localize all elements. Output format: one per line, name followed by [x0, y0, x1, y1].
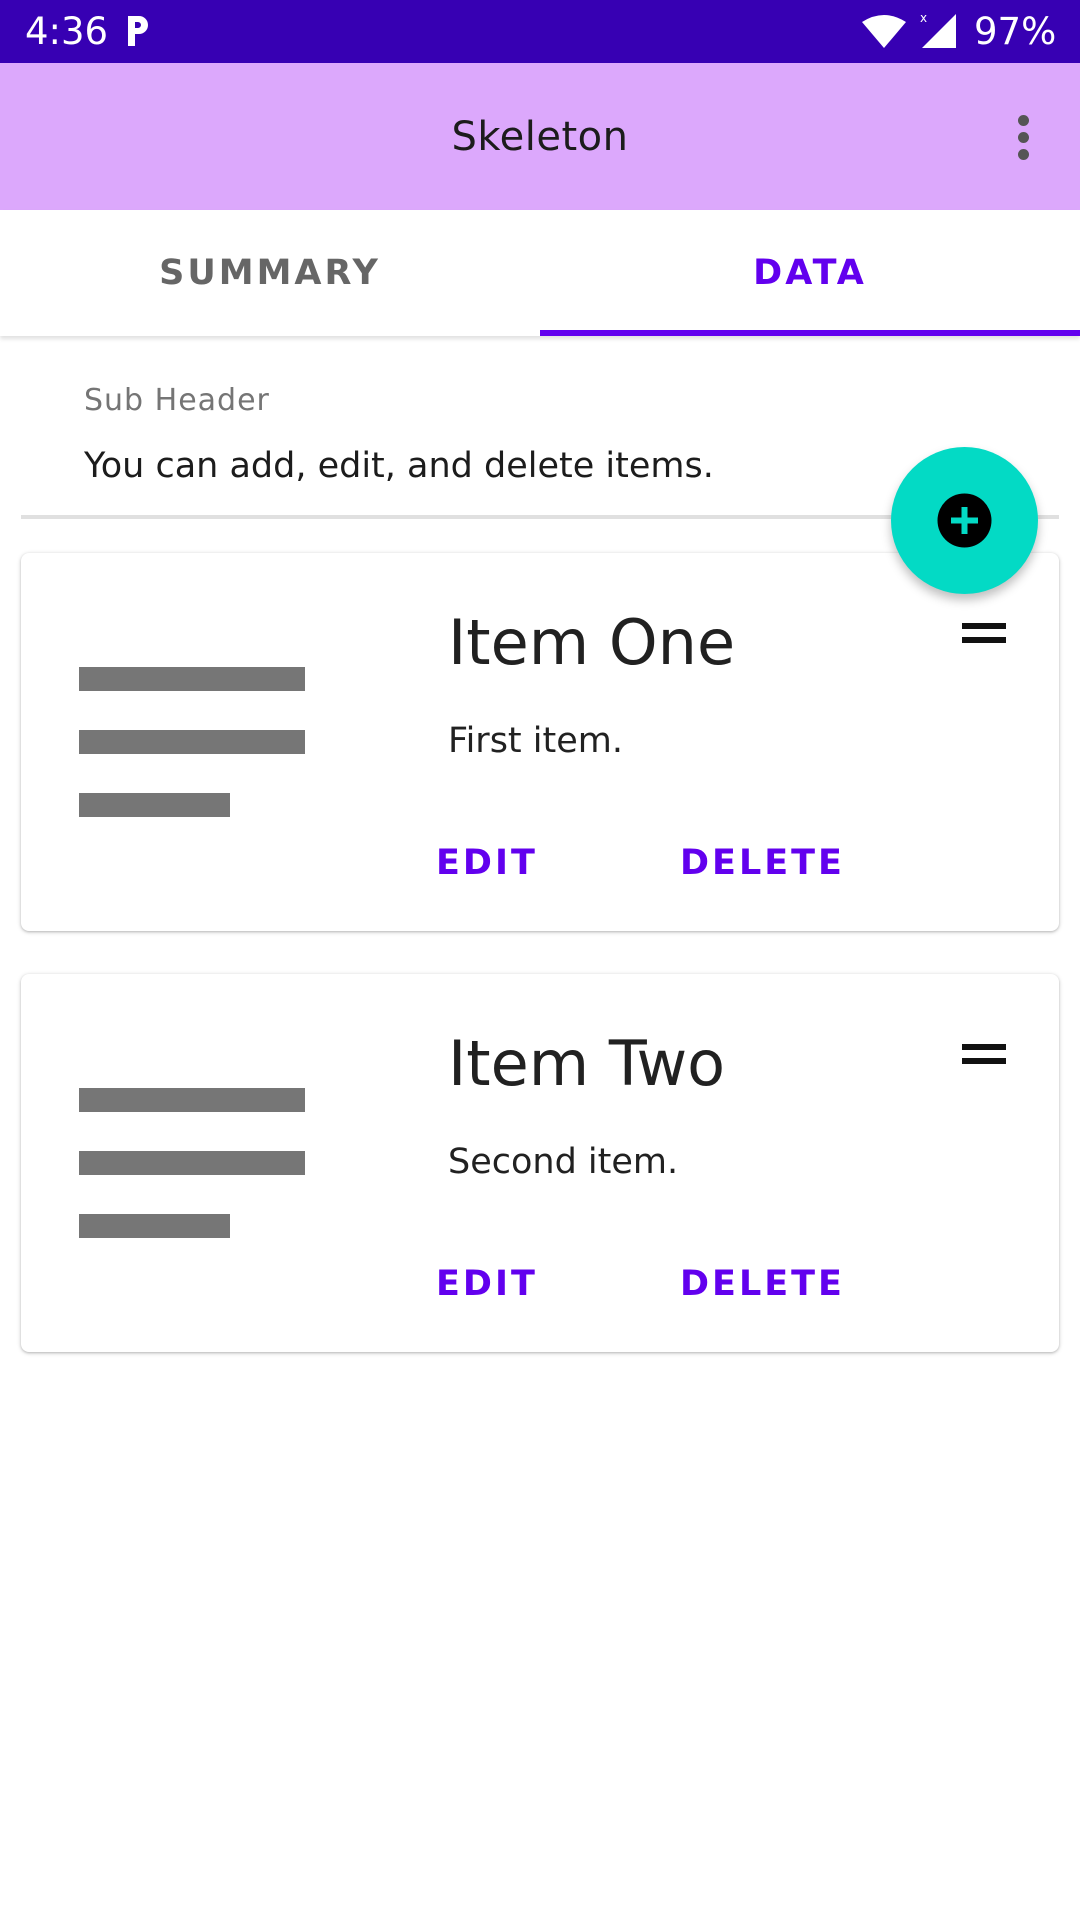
notes-icon: [79, 1088, 305, 1238]
item-subtitle: Second item.: [448, 1142, 679, 1182]
item-card: Item Two Second item. EDIT DELETE: [21, 974, 1059, 1352]
status-time: 4:36: [25, 10, 109, 53]
edit-button[interactable]: EDIT: [436, 843, 538, 883]
item-card: Item One First item. EDIT DELETE: [21, 553, 1059, 931]
wifi-icon: [862, 15, 906, 48]
delete-button[interactable]: DELETE: [680, 1264, 845, 1304]
item-title: Item One: [448, 606, 736, 679]
item-title: Item Two: [448, 1027, 726, 1100]
cell-signal-icon: x: [920, 11, 956, 48]
drag-handle-icon[interactable]: [962, 1044, 1006, 1068]
edit-button[interactable]: EDIT: [436, 1264, 538, 1304]
drag-handle-icon[interactable]: [962, 623, 1006, 647]
description-text: You can add, edit, and delete items.: [84, 446, 714, 486]
tab-bar: SUMMARY DATA: [0, 210, 1080, 336]
tab-data[interactable]: DATA: [540, 210, 1080, 336]
notes-icon: [79, 667, 305, 817]
item-subtitle: First item.: [448, 721, 623, 761]
svg-text:x: x: [920, 11, 927, 25]
status-bar: 4:36 x 97%: [0, 0, 1080, 63]
delete-button[interactable]: DELETE: [680, 843, 845, 883]
app-bar: Skeleton: [0, 63, 1080, 210]
sub-header: Sub Header: [84, 383, 270, 418]
battery-percentage: 97%: [974, 10, 1057, 53]
app-title: Skeleton: [451, 114, 629, 160]
add-item-fab[interactable]: [891, 447, 1038, 594]
add-circle-icon: [937, 493, 992, 548]
more-vert-icon[interactable]: [1000, 105, 1048, 169]
tab-summary[interactable]: SUMMARY: [0, 210, 540, 336]
tab-indicator: [540, 330, 1080, 336]
parking-notification-icon: [128, 16, 148, 46]
